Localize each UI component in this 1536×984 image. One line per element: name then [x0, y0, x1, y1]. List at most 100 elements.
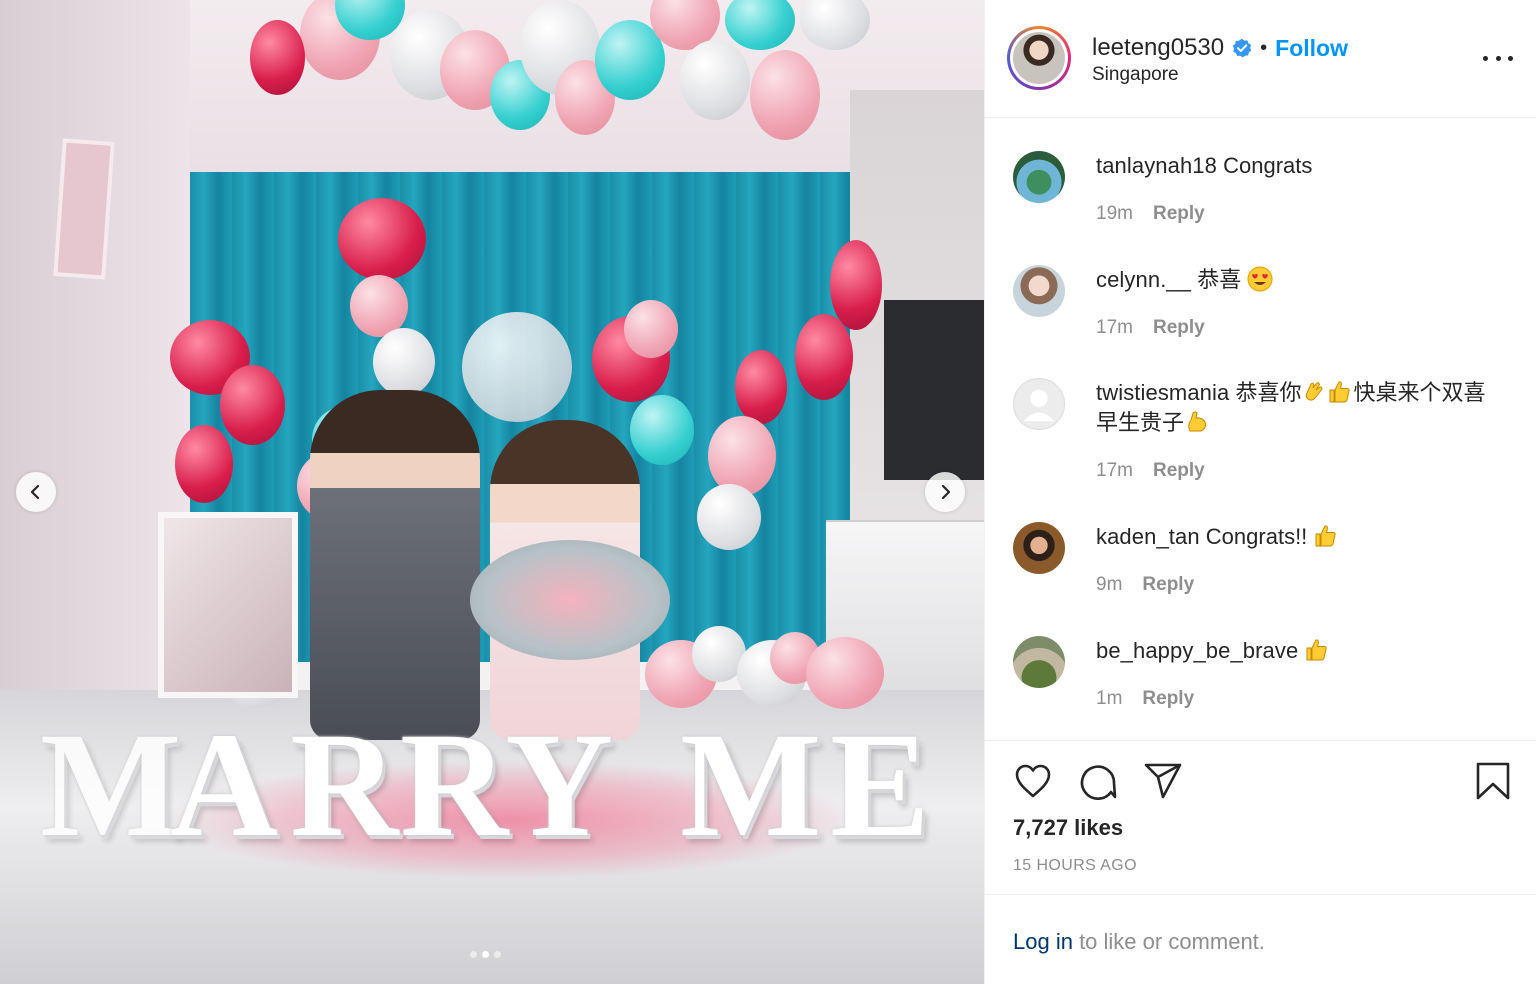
comment-meta: 9m Reply [1096, 574, 1194, 596]
thumbs-up-emoji-icon [1315, 525, 1337, 547]
post-timestamp[interactable]: 15 HOURS AGO [1013, 857, 1137, 875]
comment-body: celynn.__ 恭喜 [1096, 265, 1506, 295]
reply-button[interactable]: Reply [1142, 688, 1194, 710]
reply-button[interactable]: Reply [1142, 574, 1194, 596]
header-separator: • [1260, 36, 1268, 59]
comment-body: twistiesmania 恭喜你 快桌来个双喜早生贵子 [1096, 378, 1506, 438]
post-side-panel: leeteng0530 • Follow Singapore tanlaynah… [984, 0, 1536, 984]
balloon [220, 365, 285, 445]
likes-count[interactable]: 7,727 likes [1013, 815, 1123, 841]
login-prompt-rest: to like or comment. [1072, 929, 1265, 954]
sign-letter: Y [505, 702, 614, 868]
marry-me-sign: M A R R Y M E [40, 690, 950, 880]
post-location[interactable]: Singapore [1092, 64, 1179, 86]
comment-time[interactable]: 1m [1096, 688, 1122, 710]
comment-body: tanlaynah18 Congrats [1096, 151, 1506, 181]
more-dot [1508, 55, 1513, 61]
comment-text: 恭喜你 [1235, 380, 1302, 405]
comment-body: kaden_tan Congrats!! [1096, 522, 1506, 552]
comment-time[interactable]: 17m [1096, 460, 1133, 482]
sign-letter: A [170, 702, 279, 868]
balloon [697, 484, 761, 550]
balloon [795, 314, 853, 400]
commenter-avatar[interactable] [1013, 378, 1065, 430]
carousel-dot [494, 951, 501, 958]
reply-button[interactable]: Reply [1153, 203, 1205, 225]
login-prompt-text: Log in to like or comment. [1013, 929, 1265, 955]
more-options-button[interactable] [1483, 46, 1513, 70]
balloon [830, 240, 882, 330]
balloon [750, 50, 820, 140]
comment-time[interactable]: 17m [1096, 317, 1133, 339]
next-photo-button[interactable] [925, 472, 965, 512]
sign-letter: E [830, 702, 931, 868]
balloon [624, 300, 678, 358]
chevron-right-icon [941, 485, 951, 499]
sign-letter: R [290, 702, 399, 868]
commenter-avatar[interactable] [1013, 636, 1065, 688]
post-photo[interactable]: M A R R Y M E [0, 0, 984, 984]
previous-photo-button[interactable] [16, 472, 56, 512]
thumbs-up-emoji-icon [1306, 639, 1328, 661]
author-username[interactable]: leeteng0530 [1092, 34, 1224, 62]
thumbs-up-emoji-icon [1329, 381, 1351, 403]
comment-meta: 17m Reply [1096, 460, 1205, 482]
carousel-dot [470, 951, 477, 958]
chevron-left-icon [30, 485, 40, 499]
comment-meta: 19m Reply [1096, 203, 1205, 225]
balloon [338, 198, 426, 280]
comment-username[interactable]: tanlaynah18 [1096, 153, 1217, 178]
reply-button[interactable]: Reply [1153, 460, 1205, 482]
commenter-avatar[interactable] [1013, 151, 1065, 203]
sign-letter: M [40, 702, 182, 868]
comment-time[interactable]: 19m [1096, 203, 1133, 225]
reply-button[interactable]: Reply [1153, 317, 1205, 339]
login-prompt: Log in to like or comment. [985, 894, 1536, 984]
post-actions: 7,727 likes 15 HOURS AGO [985, 740, 1536, 894]
balloon [373, 328, 435, 396]
comment-icon[interactable] [1078, 761, 1118, 801]
heart-icon[interactable] [1013, 761, 1053, 801]
heart-eyes-emoji-icon [1247, 266, 1273, 292]
comment-text: 恭喜 [1197, 267, 1242, 292]
default-avatar-icon [1023, 389, 1055, 422]
bouquet [470, 540, 670, 660]
author-avatar[interactable] [1007, 26, 1071, 90]
comment-meta: 17m Reply [1096, 317, 1205, 339]
comment-meta: 1m Reply [1096, 688, 1194, 710]
bookmark-icon[interactable] [1473, 761, 1513, 801]
commenter-avatar[interactable] [1013, 265, 1065, 317]
clapping-hands-emoji-icon [1306, 382, 1323, 401]
comment-time[interactable]: 9m [1096, 574, 1122, 596]
comment-username[interactable]: be_happy_be_brave [1096, 638, 1298, 663]
comment-username[interactable]: twistiesmania [1096, 380, 1229, 405]
portrait-frame [158, 512, 298, 698]
commenter-avatar[interactable] [1013, 522, 1065, 574]
login-link[interactable]: Log in [1013, 929, 1073, 954]
balloon [680, 40, 750, 120]
wall-picture-frame [53, 138, 115, 280]
man [310, 390, 480, 740]
flexed-biceps-emoji-icon [1188, 411, 1207, 432]
comment-text: Congrats [1223, 153, 1313, 178]
comment-body: be_happy_be_brave [1096, 636, 1506, 666]
comment-text: Congrats!! [1205, 524, 1308, 549]
photo-tv [884, 300, 984, 480]
balloon [708, 416, 776, 496]
sign-letter: R [400, 702, 509, 868]
comment-username[interactable]: celynn.__ [1096, 267, 1191, 292]
more-dot [1483, 55, 1488, 61]
comment-username[interactable]: kaden_tan [1096, 524, 1200, 549]
follow-button[interactable]: Follow [1275, 35, 1348, 62]
carousel-indicator [470, 951, 501, 958]
more-dot [1495, 55, 1501, 61]
comments-list: tanlaynah18 Congrats 19m Reply celynn.__… [985, 118, 1536, 740]
post-header: leeteng0530 • Follow Singapore [985, 0, 1536, 118]
share-icon[interactable] [1143, 761, 1183, 801]
verified-badge-icon [1232, 38, 1252, 58]
balloon [175, 425, 233, 503]
balloon [735, 350, 787, 424]
sign-letter: M [680, 702, 822, 868]
balloon [250, 20, 305, 95]
carousel-dot-active [482, 951, 489, 958]
